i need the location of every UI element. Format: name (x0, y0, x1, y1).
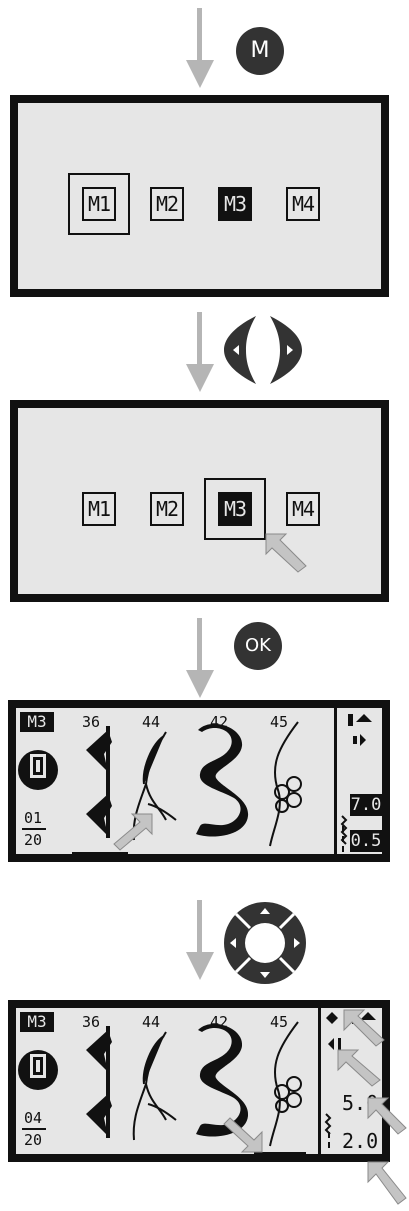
direction-pad[interactable] (222, 900, 308, 986)
counter-total: 20 (24, 1131, 43, 1149)
memory-m3[interactable]: M3 (218, 492, 252, 526)
left-arrow-button[interactable] (224, 316, 256, 384)
flower-stitch-icon (269, 1021, 302, 1147)
counter-divider (22, 1128, 46, 1130)
pointer-arrow (367, 1161, 407, 1205)
presser-foot-icon (18, 750, 58, 790)
heart-stitch-icon (86, 1026, 112, 1138)
pointer-arrow (343, 1009, 385, 1047)
memory-m2[interactable]: M2 (150, 492, 184, 526)
down-arrow (186, 312, 214, 392)
m-button[interactable]: M (236, 27, 284, 75)
needle-up-icon (348, 714, 372, 726)
stitch-width-value[interactable]: 0.5 (350, 830, 382, 852)
sequence-progress-bar (72, 852, 128, 854)
pointer-arrow (367, 1097, 407, 1135)
memory-m1[interactable]: M1 (82, 492, 116, 526)
stitch-graphics (18, 1008, 376, 1154)
memory-m1[interactable]: M1 (82, 187, 116, 221)
center-button (245, 923, 285, 963)
lcd-memory-select-2: M1 M2 M3 M4 (10, 400, 389, 602)
pointer-arrow (223, 1117, 263, 1153)
panel-divider (318, 1008, 321, 1154)
memory-m4[interactable]: M4 (286, 187, 320, 221)
memory-m3[interactable]: M3 (218, 187, 252, 221)
left-right-buttons (224, 316, 302, 384)
down-arrow (186, 8, 214, 88)
ribbon-stitch-icon (196, 723, 249, 837)
leaf-stitch-icon (132, 1031, 177, 1141)
lcd-stitch-sequence-2: M3 36 44 42 45 04 20 5.0 2.0 (8, 1000, 390, 1162)
counter-divider (22, 828, 46, 830)
needle-position-icon (353, 734, 366, 746)
flower-stitch-icon (269, 721, 302, 847)
panel-divider (334, 708, 337, 854)
move-icon (326, 1012, 338, 1024)
memory-m2[interactable]: M2 (150, 187, 184, 221)
presser-foot-icon (18, 1050, 58, 1090)
down-arrow (186, 900, 214, 980)
stitch-width-icon (328, 1132, 330, 1148)
lcd-memory-select-1: M1 M2 M3 M4 (10, 95, 389, 297)
memory-m4[interactable]: M4 (286, 492, 320, 526)
down-arrow (186, 618, 214, 698)
stitch-width-icon (342, 826, 344, 852)
counter-current: 01 (24, 809, 43, 827)
lcd-stitch-sequence-1: M3 36 44 42 45 01 20 7.0 0.5 (8, 700, 390, 862)
pointer-arrow (265, 533, 307, 573)
stitch-length-value[interactable]: 7.0 (350, 794, 382, 816)
pointer-arrow (113, 813, 153, 851)
heart-stitch-icon (86, 726, 112, 838)
counter-total: 20 (24, 831, 43, 849)
stitch-graphics (18, 708, 372, 854)
counter-current: 04 (24, 1109, 43, 1127)
ok-button[interactable]: OK (234, 622, 282, 670)
right-arrow-button[interactable] (270, 316, 302, 384)
pointer-arrow (337, 1049, 381, 1087)
stitch-length-icon (324, 1113, 332, 1135)
